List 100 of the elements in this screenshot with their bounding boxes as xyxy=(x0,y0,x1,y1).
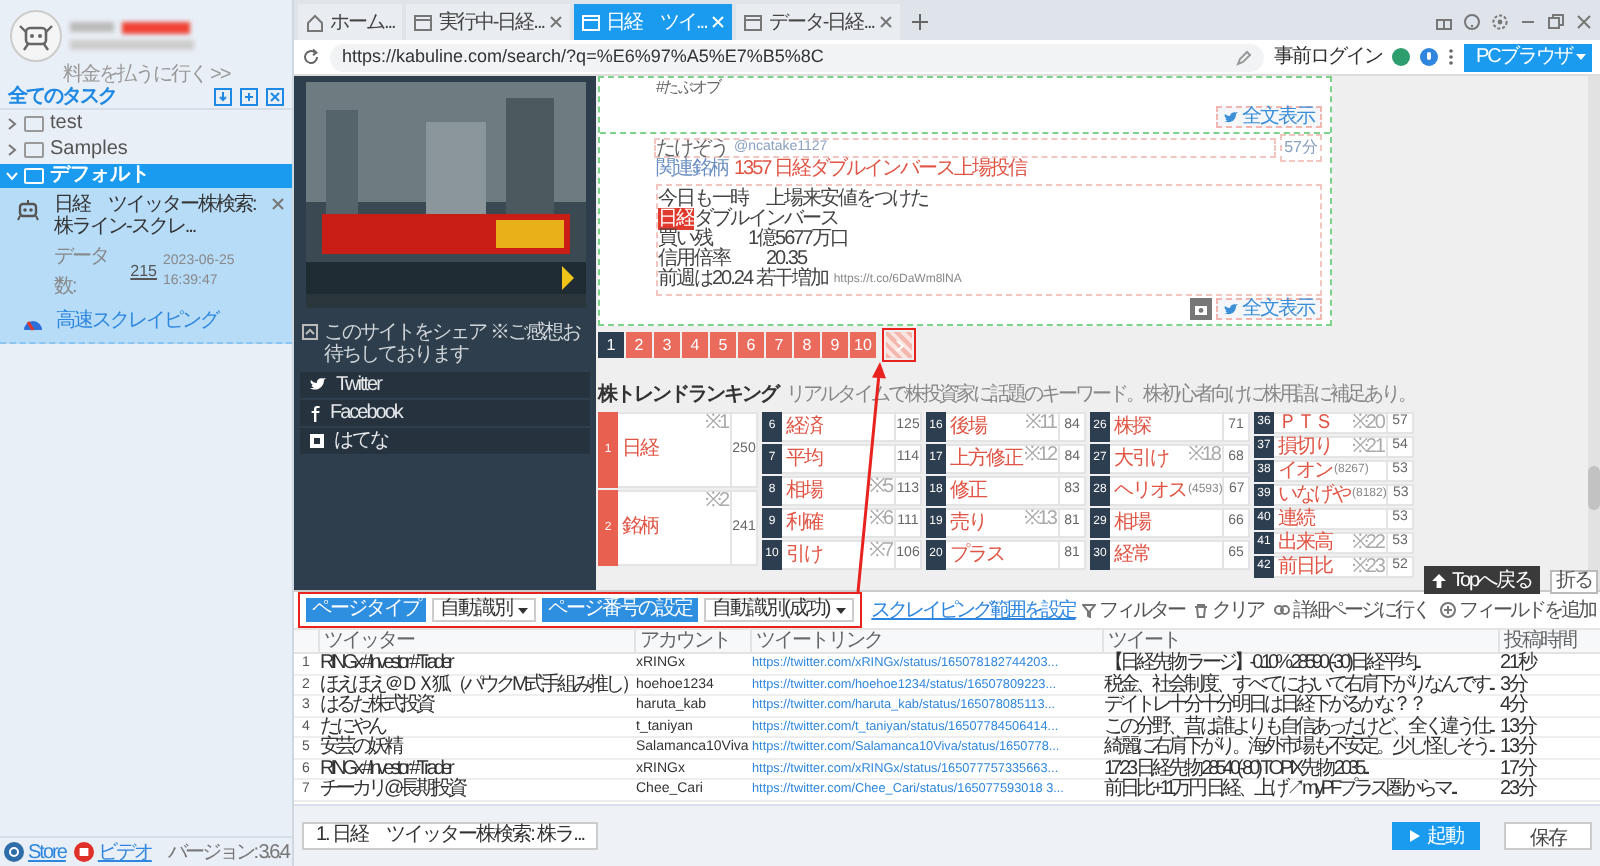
toolbar-button[interactable]: フィールドを追加 xyxy=(1439,595,1596,625)
keyword-link[interactable]: 株探 xyxy=(1114,417,1150,437)
keyword-link[interactable]: 修正 xyxy=(950,481,986,501)
keyword-link[interactable]: 大引け xyxy=(1114,449,1168,469)
full-text-button[interactable]: 全文表示 xyxy=(1216,298,1322,320)
tweet-line: 買い残 1億5677万口 xyxy=(658,230,850,250)
login-link[interactable]: 事前ログイン xyxy=(1274,42,1382,72)
table-cell-text: たにやん xyxy=(318,717,385,737)
page-button[interactable]: 4 xyxy=(682,332,708,358)
scraping-mode[interactable]: 高速スクレイピング xyxy=(56,306,218,336)
footnote-mark: ※1 xyxy=(704,414,730,434)
folder-item[interactable]: デフォルト xyxy=(0,164,292,188)
field-label: ページ番号の設定 xyxy=(542,598,698,622)
keyword-link[interactable]: 後場 xyxy=(950,417,986,437)
toolbar-button[interactable]: フィルター xyxy=(1081,595,1185,625)
task-title[interactable]: 日経 ツイッター株検索: 株ライン-スクレ... xyxy=(54,194,266,238)
keyword-link[interactable]: 上方修正 xyxy=(950,449,1022,469)
page-button[interactable]: 10 xyxy=(850,332,876,358)
column-header[interactable]: ツイート xyxy=(1102,630,1498,654)
keyword-link[interactable]: 銘柄 xyxy=(622,518,658,538)
keyword-link[interactable]: ＰＴＳ xyxy=(1278,413,1332,433)
pay-link[interactable]: 料金を払うに行く >> xyxy=(62,64,230,86)
folder-item[interactable]: test xyxy=(0,112,292,136)
footnote-mark: ※12 xyxy=(1024,446,1059,466)
toolbar-button[interactable]: クリア xyxy=(1194,595,1264,625)
table-cell-text: 税金、社会制度、すべてにおいて右肩下がりなんです... xyxy=(1102,675,1496,695)
related-label: 関連銘柄 xyxy=(656,157,728,184)
table-cell-text: 4分 xyxy=(1498,696,1530,716)
browser-tab[interactable]: 実行中-日経... xyxy=(406,4,571,40)
count-link[interactable]: 215 xyxy=(130,260,158,284)
column-header[interactable]: アカウント xyxy=(634,630,750,654)
keyword-link[interactable]: いなげや xyxy=(1278,485,1350,505)
footnote-mark: ※11 xyxy=(1025,414,1058,434)
keyword-link[interactable]: 相場 xyxy=(1114,513,1150,533)
save-button[interactable]: 保存 xyxy=(1504,822,1592,850)
share-item[interactable]: Twitter xyxy=(300,372,590,398)
keyword-link[interactable]: イオン xyxy=(1278,461,1332,481)
table-cell-text: 23分 xyxy=(1498,780,1539,800)
table-cell-text: 綺麗に右肩下がり。海外市場も不安定。少し怪しそう... xyxy=(1102,738,1496,758)
tweet-line: 日経ダブルインバース xyxy=(658,210,838,230)
full-text-button[interactable]: 全文表示 xyxy=(1216,106,1322,128)
column-header[interactable]: ツイートリンク xyxy=(750,630,1102,654)
browser-mode-button[interactable]: PCブラウザ xyxy=(1464,43,1592,71)
keyword-link[interactable]: 平均 xyxy=(786,449,822,469)
version-label: バージョン: 3.6.4 xyxy=(168,839,288,866)
dropdown[interactable]: 自動識別(成功) xyxy=(704,598,854,622)
related-stock-link[interactable]: 1357 日経ダブルインバース上場投信 xyxy=(734,154,1027,184)
toolbar-button[interactable]: 詳細ページに行く xyxy=(1273,595,1430,625)
table-cell-text: RINGx #Investor #Trader xyxy=(318,759,452,779)
tweet-time: 57分 xyxy=(1280,134,1322,162)
keyword-link[interactable]: 出来高 xyxy=(1278,533,1332,553)
start-button[interactable]: 起動 xyxy=(1392,822,1480,850)
footnote-mark: ※23 xyxy=(1351,558,1386,578)
browser-tab[interactable]: データ-日経... xyxy=(736,4,901,40)
keyword-link[interactable]: 前日比 xyxy=(1278,557,1332,577)
table-cell-text: チーカリ@長期投資 xyxy=(318,780,468,800)
keyword-link[interactable]: 損切り xyxy=(1278,437,1332,457)
table-cell-text: 21秒 xyxy=(1498,654,1540,674)
share-title: このサイトをシェア ※ご感想お待ちしております xyxy=(324,322,583,366)
share-item[interactable]: Facebook xyxy=(300,400,590,426)
footnote-mark: ※20 xyxy=(1351,414,1386,434)
keyword-link[interactable]: 経済 xyxy=(786,417,822,437)
footer-link[interactable]: ビデオ xyxy=(97,837,152,866)
keyword-link[interactable]: 利確 xyxy=(786,513,822,533)
page-button[interactable]: 2 xyxy=(626,332,652,358)
tweet-line: 信用倍率 20.35 xyxy=(658,250,808,270)
footnote-mark: ※22 xyxy=(1351,534,1386,554)
page-button[interactable]: 7 xyxy=(766,332,792,358)
keyword-link[interactable]: 売り xyxy=(950,513,986,533)
dropdown[interactable]: 自動識別 xyxy=(432,598,536,622)
keyword-link[interactable]: 経常 xyxy=(1114,545,1150,565)
keyword-link[interactable]: 相場 xyxy=(786,481,822,501)
fold-button[interactable]: 折る xyxy=(1550,570,1598,594)
url-field[interactable]: https://kabuline.com/search/?q=%E6%97%A5%E7%B5%8C xyxy=(330,43,1264,71)
table-cell-text: 前日比+11万円 日経、上げ↗myPFプラス圏からマ... xyxy=(1102,780,1458,800)
keyword-link[interactable]: 連続 xyxy=(1278,509,1314,529)
footnote-mark: ※7 xyxy=(868,542,894,562)
keyword-link[interactable]: プラス xyxy=(950,545,1004,565)
footnote-mark: ※13 xyxy=(1023,510,1058,530)
column-header[interactable]: 投稿時間 xyxy=(1498,630,1600,654)
page-button[interactable]: 3 xyxy=(654,332,680,358)
browser-tab[interactable]: 日経 ツイ... xyxy=(574,4,733,40)
folder-item[interactable]: Samples xyxy=(0,138,292,162)
keyword-link[interactable]: 日経 xyxy=(622,440,658,460)
range-link[interactable]: スクレイピング範囲を設定 xyxy=(871,595,1076,625)
keyword-link[interactable]: ヘリオス xyxy=(1114,481,1186,501)
page-button[interactable]: 1 xyxy=(598,332,624,358)
page-button[interactable]: 6 xyxy=(738,332,764,358)
share-item[interactable]: はてな xyxy=(300,428,590,454)
page-button[interactable]: 5 xyxy=(710,332,736,358)
column-header[interactable]: ツイッター xyxy=(318,630,634,654)
back-to-top-button[interactable]: Topへ戻る xyxy=(1424,566,1541,594)
browser-tab[interactable]: ホーム... xyxy=(298,4,403,40)
table-cell-text: 13分 xyxy=(1498,717,1539,737)
page-button[interactable]: 9 xyxy=(822,332,848,358)
footnote-mark: ※5 xyxy=(868,478,894,498)
keyword-link[interactable]: 引け xyxy=(786,545,822,565)
task-tab[interactable]: 1. 日経 ツイッター株検索: 株ラ... xyxy=(302,822,599,850)
footer-link[interactable]: Store xyxy=(28,837,66,866)
page-button[interactable]: 8 xyxy=(794,332,820,358)
